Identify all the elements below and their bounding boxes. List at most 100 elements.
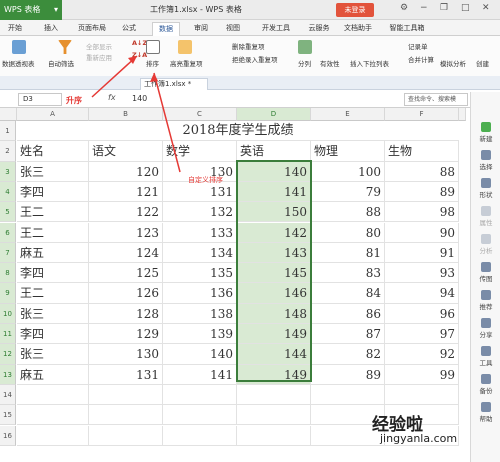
cell-e3[interactable]: 100 xyxy=(311,161,385,182)
cell-a5[interactable]: 王二 xyxy=(17,202,89,223)
cell-c11[interactable]: 139 xyxy=(163,324,237,345)
cell-f2[interactable]: 生物 xyxy=(385,141,459,162)
column-header-e[interactable]: E xyxy=(311,108,385,121)
side-backup[interactable]: 备份 xyxy=(473,374,499,395)
cell-c10[interactable]: 138 xyxy=(163,303,237,324)
cell-d3[interactable]: 140 xyxy=(237,161,311,182)
consolidate-button[interactable]: 合并计算 xyxy=(408,54,434,64)
cell-c6[interactable]: 133 xyxy=(163,222,237,243)
cell-e8[interactable]: 83 xyxy=(311,263,385,284)
cell-c16[interactable] xyxy=(163,425,237,446)
split-columns-button[interactable]: 分列 xyxy=(298,58,311,68)
cell-a9[interactable]: 王二 xyxy=(17,283,89,304)
cell-a16[interactable] xyxy=(17,425,89,446)
cell-b4[interactable]: 121 xyxy=(89,181,163,203)
cell-c14[interactable] xyxy=(163,384,237,406)
cell-a12[interactable]: 张三 xyxy=(17,344,89,365)
cell-f9[interactable]: 94 xyxy=(385,283,459,304)
autofilter-button[interactable]: 自动筛选 xyxy=(48,58,74,68)
tab-formula[interactable]: 公式 xyxy=(116,22,142,36)
column-header-b[interactable]: B xyxy=(89,108,163,121)
cell-c13[interactable]: 141 xyxy=(163,364,237,385)
cell-b8[interactable]: 125 xyxy=(89,263,163,284)
cell-a6[interactable]: 王二 xyxy=(17,222,89,243)
cell-d9[interactable]: 146 xyxy=(237,283,311,304)
cell-a11[interactable]: 李四 xyxy=(17,324,89,345)
row-header-2[interactable]: 2 xyxy=(0,141,16,162)
sheet-title-cell[interactable]: 2018年度学生成绩 xyxy=(17,121,459,141)
tab-doc-assistant[interactable]: 文档助手 xyxy=(338,22,378,36)
tab-smart-toolbox[interactable]: 智能工具箱 xyxy=(382,22,432,36)
cell-f12[interactable]: 92 xyxy=(385,344,459,365)
sort-descending-icon[interactable]: Z↓A xyxy=(132,51,147,59)
cell-c8[interactable]: 135 xyxy=(163,263,237,284)
cell-f8[interactable]: 93 xyxy=(385,263,459,284)
row-header-10[interactable]: 10 xyxy=(0,303,16,324)
tab-view[interactable]: 视图 xyxy=(220,22,246,36)
tab-review[interactable]: 审阅 xyxy=(188,22,214,36)
tab-developer[interactable]: 开发工具 xyxy=(256,22,296,36)
cell-e14[interactable] xyxy=(311,384,385,406)
row-header-4[interactable]: 4 xyxy=(0,181,16,203)
cell-d4[interactable]: 141 xyxy=(237,181,311,203)
highlight-duplicates-button[interactable]: 高亮重复项 xyxy=(170,58,203,68)
reject-duplicates-button[interactable]: 拒绝录入重复项 xyxy=(232,54,278,64)
row-header-12[interactable]: 12 xyxy=(0,344,16,365)
row-header-13[interactable]: 13 xyxy=(0,364,16,385)
minimize-icon[interactable]: − xyxy=(420,3,428,13)
sort-ascending-icon[interactable]: A↓Z xyxy=(132,39,147,47)
cell-f7[interactable]: 91 xyxy=(385,242,459,264)
cell-c12[interactable]: 140 xyxy=(163,344,237,365)
document-tab[interactable]: 工作簿1.xlsx * xyxy=(140,78,208,90)
sort-icon[interactable] xyxy=(146,40,160,54)
cell-c5[interactable]: 132 xyxy=(163,202,237,223)
tab-page-layout[interactable]: 页面布局 xyxy=(72,22,112,36)
side-shapes[interactable]: 形状 xyxy=(473,178,499,199)
cell-d2[interactable]: 英语 xyxy=(237,141,311,162)
remove-duplicates-button[interactable]: 删除重复项 xyxy=(232,41,265,51)
show-all-button[interactable]: 全部显示 xyxy=(86,41,112,51)
row-header-16[interactable]: 16 xyxy=(0,425,16,446)
cell-e4[interactable]: 79 xyxy=(311,181,385,203)
tab-data[interactable]: 数据 xyxy=(152,22,180,36)
what-if-button[interactable]: 模拟分析 xyxy=(440,58,466,68)
cell-f6[interactable]: 90 xyxy=(385,222,459,243)
reapply-button[interactable]: 重新应用 xyxy=(86,52,112,62)
cell-a13[interactable]: 麻五 xyxy=(17,364,89,385)
side-help[interactable]: 帮助 xyxy=(473,402,499,423)
app-menu-button[interactable]: WPS 表格 ▾ xyxy=(0,0,62,20)
cell-f3[interactable]: 88 xyxy=(385,161,459,182)
cell-d16[interactable] xyxy=(237,425,311,446)
cell-b11[interactable]: 129 xyxy=(89,324,163,345)
cell-e5[interactable]: 88 xyxy=(311,202,385,223)
cell-e7[interactable]: 81 xyxy=(311,242,385,264)
pivot-table-button[interactable]: 数据透视表 xyxy=(2,58,35,68)
login-button[interactable]: 未登录 xyxy=(336,3,374,17)
side-properties[interactable]: 属性 xyxy=(473,206,499,227)
column-header-c[interactable]: C xyxy=(163,108,237,121)
row-header-8[interactable]: 8 xyxy=(0,263,16,284)
column-header-d[interactable]: D xyxy=(237,108,311,121)
cell-e11[interactable]: 87 xyxy=(311,324,385,345)
cell-d8[interactable]: 145 xyxy=(237,263,311,284)
cell-b9[interactable]: 126 xyxy=(89,283,163,304)
cell-b15[interactable] xyxy=(89,405,163,426)
cell-e6[interactable]: 80 xyxy=(311,222,385,243)
cell-b12[interactable]: 130 xyxy=(89,344,163,365)
cell-b16[interactable] xyxy=(89,425,163,446)
cell-b5[interactable]: 122 xyxy=(89,202,163,223)
cell-e9[interactable]: 84 xyxy=(311,283,385,304)
cell-a8[interactable]: 李四 xyxy=(17,263,89,284)
highlight-duplicates-icon[interactable] xyxy=(178,40,192,54)
side-recommend[interactable]: 推荐 xyxy=(473,290,499,311)
close-icon[interactable]: ✕ xyxy=(482,3,490,13)
cell-c7[interactable]: 134 xyxy=(163,242,237,264)
row-header-9[interactable]: 9 xyxy=(0,283,16,304)
cell-b3[interactable]: 120 xyxy=(89,161,163,182)
cell-e10[interactable]: 86 xyxy=(311,303,385,324)
select-all-corner[interactable] xyxy=(0,108,17,121)
maximize-icon[interactable]: □ xyxy=(461,3,470,13)
spreadsheet-grid[interactable]: A B C D E F 1 2 3 4 5 6 7 8 9 10 11 12 13 14 15 16 姓名 语文… xyxy=(0,108,466,462)
cell-f11[interactable]: 97 xyxy=(385,324,459,345)
fx-icon[interactable]: fx xyxy=(108,93,116,102)
